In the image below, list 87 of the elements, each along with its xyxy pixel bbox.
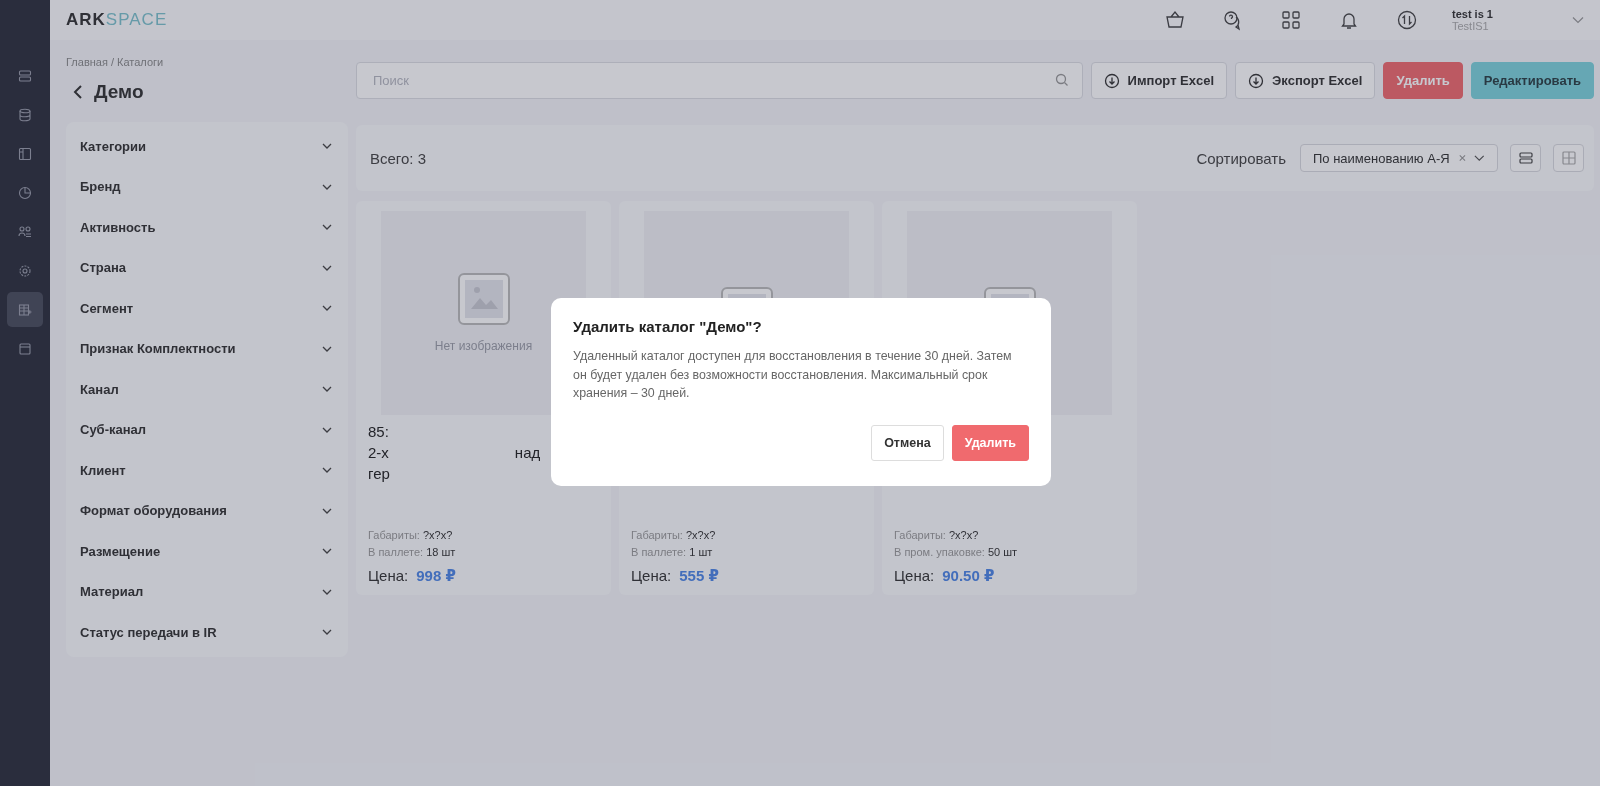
chevron-down-icon — [322, 386, 332, 393]
filter-item[interactable]: Суб-канал — [66, 409, 348, 450]
price-label: Цена: — [631, 567, 672, 585]
spec-value: 18 шт — [426, 546, 456, 558]
page-title: Демо — [94, 81, 144, 103]
chevron-down-icon — [1474, 154, 1485, 162]
chevron-down-icon — [322, 548, 332, 555]
chart-icon — [18, 185, 32, 200]
filter-item[interactable]: Сегмент — [66, 288, 348, 329]
spec-value: 50 шт — [987, 546, 1018, 558]
price-value: 998 ₽ — [416, 567, 456, 585]
list-view-icon — [1517, 150, 1534, 166]
spec-value: ?x?x? — [422, 529, 453, 541]
sort-label: Сортировать — [1196, 149, 1286, 167]
product-title: 85: — [368, 422, 389, 442]
chevron-down-icon — [322, 183, 332, 190]
filter-item[interactable]: Признак Комплектности — [66, 328, 348, 369]
chevron-down-icon — [322, 507, 332, 514]
sort-select[interactable]: По наименованию А-Я — [1300, 144, 1498, 172]
dialog-title: Удалить каталог "Демо"? — [573, 318, 763, 335]
price-label: Цена: — [894, 567, 935, 585]
chevron-down-icon — [322, 629, 332, 636]
spec-label: В паллете: — [631, 546, 687, 558]
filter-item[interactable]: Формат оборудования — [66, 490, 348, 531]
product-title: 2-х — [368, 443, 389, 463]
filter-item[interactable]: Статус передачи в IR — [66, 612, 348, 653]
spec-label: Габариты: — [368, 529, 420, 541]
swap-icon[interactable] — [1396, 9, 1418, 31]
chevron-down-icon — [322, 467, 332, 474]
basket-icon[interactable] — [1164, 9, 1186, 31]
users-icon — [18, 224, 32, 239]
chevron-down-icon — [322, 588, 332, 595]
clear-icon[interactable] — [1457, 153, 1467, 163]
back-icon[interactable] — [72, 83, 84, 101]
user-login: TestIS1 — [1452, 20, 1490, 32]
sidebar-item[interactable] — [7, 292, 43, 327]
spec-label: В паллете: — [368, 546, 424, 558]
product-title: над — [514, 443, 541, 463]
spec-value: ?x?x? — [948, 529, 979, 541]
settings-icon — [18, 263, 32, 278]
spec-value: 1 шт — [689, 546, 713, 558]
total-count: Всего: 3 — [370, 149, 426, 167]
no-image-text: Нет изображения — [434, 339, 533, 353]
filter-item[interactable]: Активность — [66, 207, 348, 248]
search-icon[interactable] — [1054, 73, 1069, 87]
excel-button[interactable]: Импорт Excel — [1090, 62, 1228, 99]
layout-icon — [18, 146, 32, 161]
grid-view-icon — [1560, 150, 1577, 166]
logo[interactable]: ARKSPACE — [66, 10, 168, 30]
filter-item[interactable]: Материал — [66, 571, 348, 612]
breadcrumb: Главная / Каталоги — [66, 56, 165, 68]
image-icon — [457, 273, 510, 325]
price-value: 90.50 ₽ — [942, 567, 995, 585]
chevron-down-icon — [322, 345, 332, 352]
list-view-button[interactable] — [1510, 144, 1541, 172]
spec-label: В пром. упаковке: — [894, 546, 985, 558]
download-icon — [1103, 72, 1120, 89]
chevron-down-icon — [322, 264, 332, 271]
user-name: test is 1 — [1452, 8, 1494, 20]
filter-item[interactable]: Клиент — [66, 450, 348, 491]
table-icon — [18, 302, 32, 317]
grid-view-button[interactable] — [1553, 144, 1584, 172]
price-value: 555 ₽ — [679, 567, 719, 585]
filter-item[interactable]: Бренд — [66, 166, 348, 207]
filter-item[interactable]: Категории — [66, 126, 348, 167]
chevron-down-icon — [322, 224, 332, 231]
chevron-down-icon — [322, 305, 332, 312]
chevron-down-icon — [322, 143, 332, 150]
filter-item[interactable]: Размещение — [66, 531, 348, 572]
product-title: гер — [368, 464, 390, 484]
price-label: Цена: — [368, 567, 409, 585]
chevron-down-icon[interactable] — [1572, 16, 1584, 24]
filter-item[interactable]: Канал — [66, 369, 348, 410]
database-icon — [18, 107, 32, 122]
edit-button[interactable]: Редактировать — [1470, 62, 1594, 99]
apps-grid-icon[interactable] — [1280, 9, 1302, 31]
spec-label: Габариты: — [894, 529, 946, 541]
calendar-icon — [18, 341, 32, 356]
servers-icon — [18, 68, 32, 83]
cancel-button[interactable]: Отмена — [871, 424, 944, 461]
download-icon — [1248, 72, 1265, 89]
spec-value: ?x?x? — [685, 529, 716, 541]
dialog-message: Удаленный каталог доступен для восстановления в течение 30 дней. Затем он будет удален без возможности восстановления. Максимальный срок хранения – 30 дней. — [573, 348, 1013, 402]
excel-button[interactable]: Экспорт Excel — [1235, 62, 1376, 99]
chevron-down-icon — [322, 426, 332, 433]
spec-label: Габариты: — [631, 529, 683, 541]
filter-item[interactable]: Страна — [66, 247, 348, 288]
